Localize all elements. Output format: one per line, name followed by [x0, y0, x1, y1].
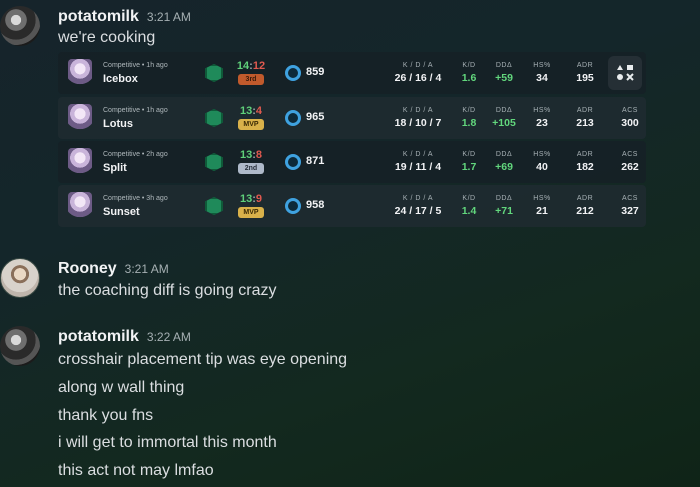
message-group: potatomilk 3:21 AM we're cooking Competi… — [0, 6, 700, 236]
message-group: potatomilk 3:22 AM crosshair placement t… — [0, 326, 700, 487]
match-meta: Competitive • 2h ago — [103, 151, 168, 158]
placement-badge: MVP — [238, 207, 264, 218]
stat-headshot: HS% 21 — [533, 195, 551, 217]
stat-adr: ADR 195 — [576, 62, 594, 84]
message-text: we're cooking — [58, 29, 156, 46]
match-embed[interactable]: Competitive • 1h ago Icebox 14:12 3rd 85… — [58, 52, 646, 94]
rank-icon — [205, 153, 223, 171]
match-score: 13:8 — [239, 149, 263, 161]
stat-kd: K/D 1.6 — [461, 62, 477, 84]
stat-kda: K / D / A 26 / 16 / 4 — [394, 62, 442, 84]
agent-portrait-icon — [68, 104, 92, 132]
message-group: Rooney 3:21 AM the coaching diff is goin… — [0, 258, 700, 308]
username[interactable]: Rooney — [58, 260, 117, 278]
match-score: 13:9 — [239, 193, 263, 205]
stat-damage-delta: DDΔ +105 — [492, 107, 516, 129]
stat-headshot: HS% 40 — [533, 151, 551, 173]
message-text: thank you fns — [58, 407, 154, 424]
timestamp: 3:21 AM — [124, 262, 169, 276]
match-embed[interactable]: Competitive • 3h ago Sunset 13:9 MVP 958… — [58, 185, 646, 227]
stat-acs: ACS 300 — [621, 107, 639, 129]
stat-acs: ACS 262 — [621, 151, 639, 173]
stat-kd: K/D 1.8 — [461, 107, 477, 129]
rr-value: 871 — [306, 155, 325, 167]
placement-badge: 2nd — [238, 163, 264, 174]
stat-damage-delta: DDΔ +59 — [495, 62, 513, 84]
agent-portrait-icon — [68, 148, 92, 176]
rr-icon — [285, 65, 301, 81]
stat-acs: ACS 327 — [621, 195, 639, 217]
username[interactable]: potatomilk — [58, 328, 139, 346]
map-name: Sunset — [103, 206, 140, 218]
match-embed[interactable]: Competitive • 1h ago Lotus 13:4 MVP 965 … — [58, 97, 646, 139]
message-text: this act not may lmfao — [58, 462, 214, 479]
rr-value: 859 — [306, 66, 325, 78]
rr-icon — [285, 110, 301, 126]
agent-portrait-icon — [68, 59, 92, 87]
stat-headshot: HS% 34 — [533, 62, 551, 84]
rank-icon — [205, 109, 223, 127]
match-meta: Competitive • 3h ago — [103, 195, 168, 202]
map-name: Icebox — [103, 73, 138, 85]
match-score: 13:4 — [239, 105, 263, 117]
message-text: i will get to immortal this month — [58, 434, 277, 451]
timestamp: 3:21 AM — [146, 10, 191, 24]
stat-adr: ADR 213 — [576, 107, 594, 129]
stat-kd: K/D 1.4 — [461, 195, 477, 217]
timestamp: 3:22 AM — [146, 330, 191, 344]
stat-headshot: HS% 23 — [533, 107, 551, 129]
message-text: the coaching diff is going crazy — [58, 282, 277, 299]
placement-badge: MVP — [238, 119, 264, 130]
stat-kda: K / D / A 19 / 11 / 4 — [394, 151, 442, 173]
avatar[interactable] — [0, 326, 40, 366]
match-meta: Competitive • 1h ago — [103, 62, 168, 69]
avatar[interactable] — [0, 258, 40, 298]
stat-damage-delta: DDΔ +69 — [495, 151, 513, 173]
placement-badge: 3rd — [238, 74, 264, 85]
game-controller-icon[interactable] — [608, 56, 642, 90]
map-name: Lotus — [103, 118, 133, 130]
match-meta: Competitive • 1h ago — [103, 107, 168, 114]
match-score: 14:12 — [236, 60, 266, 72]
stat-kda: K / D / A 24 / 17 / 5 — [394, 195, 442, 217]
map-name: Split — [103, 162, 127, 174]
message-text: crosshair placement tip was eye opening — [58, 351, 348, 368]
stat-kd: K/D 1.7 — [461, 151, 477, 173]
avatar[interactable] — [0, 6, 40, 46]
stat-adr: ADR 182 — [576, 151, 594, 173]
message-text: along w wall thing — [58, 379, 185, 396]
agent-portrait-icon — [68, 192, 92, 220]
rank-icon — [205, 197, 223, 215]
stat-damage-delta: DDΔ +71 — [495, 195, 513, 217]
match-embed[interactable]: Competitive • 2h ago Split 13:8 2nd 871 … — [58, 141, 646, 183]
username[interactable]: potatomilk — [58, 8, 139, 26]
rr-icon — [285, 198, 301, 214]
rr-value: 965 — [306, 111, 325, 123]
rr-icon — [285, 154, 301, 170]
rr-value: 958 — [306, 199, 325, 211]
stat-adr: ADR 212 — [576, 195, 594, 217]
rank-icon — [205, 64, 223, 82]
stat-kda: K / D / A 18 / 10 / 7 — [394, 107, 442, 129]
